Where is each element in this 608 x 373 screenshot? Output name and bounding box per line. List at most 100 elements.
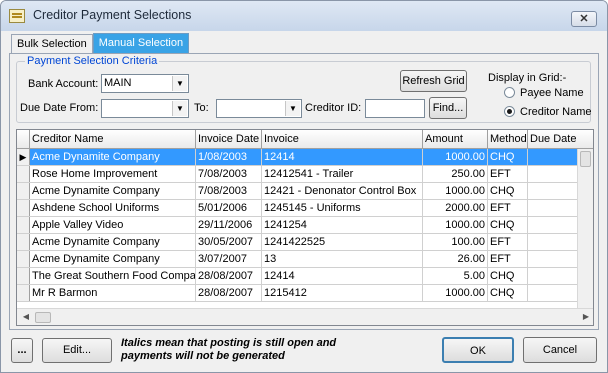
chevron-down-icon[interactable]: ▼	[285, 101, 300, 116]
cell-method[interactable]: EFT	[488, 251, 528, 267]
cell-invoice[interactable]: 1245145 - Uniforms	[262, 200, 423, 216]
horizontal-scroll-thumb[interactable]	[35, 312, 51, 323]
more-button[interactable]: ...	[11, 338, 33, 363]
table-row[interactable]: Acme Dynamite Company 3/07/2007 13 26.00 EFT	[17, 251, 583, 268]
table-row[interactable]: ▶ Acme Dynamite Company 1/08/2003 12414 1000…	[17, 149, 583, 166]
creditor-id-input[interactable]	[365, 99, 425, 118]
edit-button[interactable]: Edit...	[42, 338, 112, 363]
close-button[interactable]: ✕	[571, 11, 597, 27]
cell-method[interactable]: CHQ	[488, 285, 528, 301]
row-indicator[interactable]	[17, 166, 30, 182]
bank-account-select[interactable]: MAIN ▼	[101, 74, 189, 93]
table-row[interactable]: Ashdene School Uniforms 5/01/2006 1245145 …	[17, 200, 583, 217]
payee-name-radio[interactable]	[504, 87, 515, 98]
cell-due-date[interactable]	[528, 285, 583, 301]
table-row[interactable]: Acme Dynamite Company 30/05/2007 124142252…	[17, 234, 583, 251]
cell-invoice[interactable]: 12414	[262, 149, 423, 165]
row-indicator[interactable]	[17, 268, 30, 284]
cell-invoice[interactable]: 12414	[262, 268, 423, 284]
chevron-down-icon[interactable]: ▼	[172, 101, 187, 116]
cell-creditor-name[interactable]: Rose Home Improvement	[30, 166, 196, 182]
cell-amount[interactable]: 250.00	[423, 166, 488, 182]
scroll-right-icon[interactable]: ▶	[579, 311, 593, 323]
table-row[interactable]: Rose Home Improvement 7/08/2003 12412541 -…	[17, 166, 583, 183]
row-indicator[interactable]	[17, 217, 30, 233]
column-header-invoice-date[interactable]: Invoice Date	[196, 130, 262, 149]
cell-invoice[interactable]: 12421 - Denonator Control Box	[262, 183, 423, 199]
cell-creditor-name[interactable]: Acme Dynamite Company	[30, 251, 196, 267]
row-indicator[interactable]	[17, 200, 30, 216]
cell-method[interactable]: CHQ	[488, 149, 528, 165]
cell-invoice-date[interactable]: 7/08/2003	[196, 166, 262, 182]
cell-creditor-name[interactable]: The Great Southern Food Compan	[30, 268, 196, 284]
cell-invoice-date[interactable]: 29/11/2006	[196, 217, 262, 233]
cell-due-date[interactable]	[528, 217, 583, 233]
row-indicator[interactable]	[17, 285, 30, 301]
cell-method[interactable]: EFT	[488, 234, 528, 250]
cell-creditor-name[interactable]: Acme Dynamite Company	[30, 183, 196, 199]
column-header-invoice[interactable]: Invoice	[262, 130, 423, 149]
tab-bulk-selection[interactable]: Bulk Selection	[11, 34, 93, 53]
table-row[interactable]: Acme Dynamite Company 7/08/2003 12421 - De…	[17, 183, 583, 200]
column-header-amount[interactable]: Amount	[423, 130, 488, 149]
row-indicator[interactable]	[17, 234, 30, 250]
horizontal-scrollbar[interactable]: ◀ ▶	[17, 308, 593, 325]
chevron-down-icon[interactable]: ▼	[172, 76, 187, 91]
ok-button[interactable]: OK	[442, 337, 514, 363]
cell-amount[interactable]: 1000.00	[423, 149, 488, 165]
cell-method[interactable]: CHQ	[488, 217, 528, 233]
cell-invoice-date[interactable]: 28/08/2007	[196, 285, 262, 301]
cell-creditor-name[interactable]: Mr R Barmon	[30, 285, 196, 301]
cell-due-date[interactable]	[528, 200, 583, 216]
due-date-to-select[interactable]: ▼	[216, 99, 302, 118]
cell-creditor-name[interactable]: Apple Valley Video	[30, 217, 196, 233]
cell-due-date[interactable]	[528, 251, 583, 267]
due-date-from-select[interactable]: ▼	[101, 99, 189, 118]
table-row[interactable]: Mr R Barmon 28/08/2007 1215412 1000.00 CHQ	[17, 285, 583, 302]
vertical-scrollbar[interactable]	[577, 149, 593, 310]
cell-amount[interactable]: 1000.00	[423, 217, 488, 233]
cell-amount[interactable]: 2000.00	[423, 200, 488, 216]
cell-amount[interactable]: 1000.00	[423, 285, 488, 301]
cell-invoice[interactable]: 13	[262, 251, 423, 267]
cell-creditor-name[interactable]: Acme Dynamite Company	[30, 149, 196, 165]
cell-invoice[interactable]: 1241254	[262, 217, 423, 233]
table-row[interactable]: The Great Southern Food Compan 28/08/2007…	[17, 268, 583, 285]
refresh-grid-button[interactable]: Refresh Grid	[400, 70, 467, 92]
cell-invoice-date[interactable]: 7/08/2003	[196, 183, 262, 199]
cell-invoice-date[interactable]: 5/01/2006	[196, 200, 262, 216]
vertical-scroll-thumb[interactable]	[580, 151, 591, 167]
row-indicator[interactable]	[17, 251, 30, 267]
cell-due-date[interactable]	[528, 268, 583, 284]
cell-method[interactable]: CHQ	[488, 183, 528, 199]
scroll-left-icon[interactable]: ◀	[19, 311, 33, 323]
cell-due-date[interactable]	[528, 234, 583, 250]
row-indicator[interactable]	[17, 183, 30, 199]
cell-due-date[interactable]	[528, 149, 583, 165]
cell-amount[interactable]: 26.00	[423, 251, 488, 267]
cell-creditor-name[interactable]: Ashdene School Uniforms	[30, 200, 196, 216]
cell-amount[interactable]: 100.00	[423, 234, 488, 250]
column-header-method[interactable]: Method	[488, 130, 528, 149]
column-header-creditor-name[interactable]: Creditor Name	[30, 130, 196, 149]
cell-creditor-name[interactable]: Acme Dynamite Company	[30, 234, 196, 250]
cell-invoice-date[interactable]: 1/08/2003	[196, 149, 262, 165]
cell-due-date[interactable]	[528, 183, 583, 199]
cell-invoice[interactable]: 1215412	[262, 285, 423, 301]
cell-invoice-date[interactable]: 28/08/2007	[196, 268, 262, 284]
table-row[interactable]: Apple Valley Video 29/11/2006 1241254 1000.…	[17, 217, 583, 234]
cell-invoice[interactable]: 12412541 - Trailer	[262, 166, 423, 182]
find-button[interactable]: Find...	[429, 97, 467, 119]
cell-amount[interactable]: 1000.00	[423, 183, 488, 199]
tab-manual-selection[interactable]: Manual Selection	[92, 33, 190, 53]
cell-amount[interactable]: 5.00	[423, 268, 488, 284]
cancel-button[interactable]: Cancel	[523, 337, 597, 363]
creditor-name-radio[interactable]	[504, 106, 515, 117]
column-header-due-date[interactable]: Due Date	[528, 130, 593, 149]
cell-invoice[interactable]: 1241422525	[262, 234, 423, 250]
cell-method[interactable]: EFT	[488, 166, 528, 182]
cell-method[interactable]: EFT	[488, 200, 528, 216]
cell-invoice-date[interactable]: 3/07/2007	[196, 251, 262, 267]
cell-invoice-date[interactable]: 30/05/2007	[196, 234, 262, 250]
cell-due-date[interactable]	[528, 166, 583, 182]
